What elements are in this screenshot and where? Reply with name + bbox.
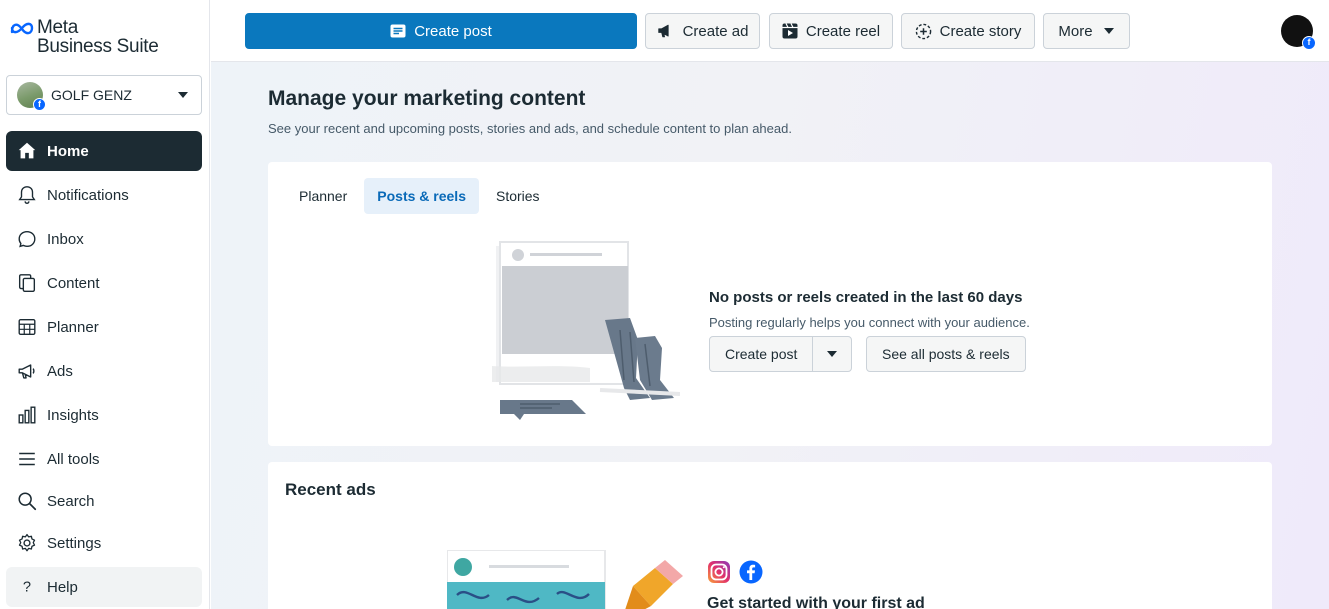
recent-ads-title: Recent ads <box>285 480 376 499</box>
sidebar-item-label: All tools <box>47 450 100 468</box>
story-icon <box>915 23 931 39</box>
sidebar-item-label: Planner <box>47 318 99 336</box>
caret-down-icon <box>1103 28 1114 34</box>
create-post-button[interactable]: Create post <box>245 13 637 49</box>
more-button[interactable]: More <box>1043 13 1130 49</box>
svg-text:?: ? <box>23 580 31 596</box>
sidebar-item-label: Inbox <box>47 230 84 248</box>
empty-posts-illustration <box>492 241 680 420</box>
tab-stories[interactable]: Stories <box>483 178 553 214</box>
sidebar-item-home[interactable]: Home <box>6 131 202 171</box>
sidebar-item-label: Ads <box>47 362 73 380</box>
account-name: GOLF GENZ <box>51 87 132 103</box>
bar-chart-icon <box>18 406 36 424</box>
sidebar-item-all-tools[interactable]: All tools <box>6 439 202 479</box>
sidebar-item-inbox[interactable]: Inbox <box>6 219 202 259</box>
empty-state-subtitle: Posting regularly helps you connect with… <box>709 315 1030 330</box>
sidebar-item-label: Help <box>47 578 78 596</box>
sidebar-item-label: Insights <box>47 406 99 424</box>
create-post-dropdown-button[interactable] <box>813 337 851 371</box>
create-reel-label: Create reel <box>805 22 881 40</box>
create-ad-label: Create ad <box>682 22 749 40</box>
logo-text-line1: Meta <box>37 17 79 38</box>
sidebar-item-label: Search <box>47 492 95 510</box>
sidebar-item-ads[interactable]: Ads <box>6 351 202 391</box>
first-ad-headline: Get started with your first ad <box>707 595 925 609</box>
sidebar: Meta Business Suite f GOLF GENZ Home Not… <box>0 0 210 609</box>
platform-icons <box>707 560 771 589</box>
create-story-label: Create story <box>939 22 1022 40</box>
tab-posts-reels[interactable]: Posts & reels <box>364 178 479 214</box>
meta-logo-icon <box>10 22 34 35</box>
content-tabs: Planner Posts & reels Stories <box>286 178 557 214</box>
logo-text-line2: Business Suite <box>37 36 159 57</box>
home-icon <box>18 142 36 159</box>
calendar-grid-icon <box>18 318 36 336</box>
create-post-secondary-button[interactable]: Create post <box>710 337 814 371</box>
sidebar-item-label: Home <box>47 142 89 160</box>
sidebar-item-label: Notifications <box>47 186 129 204</box>
recent-ads-card: Recent ads Get started with your first a… <box>268 462 1272 609</box>
instagram-icon <box>707 560 731 589</box>
question-icon: ? <box>23 580 31 596</box>
tab-planner[interactable]: Planner <box>286 178 360 214</box>
caret-down-icon <box>827 351 838 357</box>
create-post-split-button: Create post <box>709 336 853 372</box>
facebook-badge-icon: f <box>33 98 46 111</box>
menu-icon <box>19 452 35 466</box>
content-card: Planner Posts & reels Stories No posts o… <box>268 162 1272 446</box>
post-icon <box>390 24 406 38</box>
more-label: More <box>1058 22 1093 40</box>
ads-illustration <box>447 550 683 609</box>
search-icon <box>18 492 37 511</box>
page-subtitle: See your recent and upcoming posts, stor… <box>268 121 792 136</box>
see-all-posts-reels-button[interactable]: See all posts & reels <box>866 336 1026 372</box>
reel-icon <box>782 23 798 39</box>
empty-state-title: No posts or reels created in the last 60… <box>709 289 1023 306</box>
facebook-badge-icon: f <box>1302 36 1316 50</box>
gear-icon <box>18 533 36 552</box>
sidebar-nav: Home Notifications Inbox Content Planner… <box>6 131 202 609</box>
sidebar-item-content[interactable]: Content <box>6 263 202 303</box>
page-title: Manage your marketing content <box>268 87 586 110</box>
caret-down-icon <box>178 92 188 98</box>
chat-bubble-icon <box>18 230 36 248</box>
sidebar-item-label: Settings <box>47 534 102 552</box>
create-post-label: Create post <box>414 22 492 40</box>
megaphone-icon <box>657 24 669 38</box>
bell-icon <box>18 186 36 204</box>
top-toolbar: Create post Create ad Create reel Create… <box>211 0 1329 62</box>
sidebar-item-help[interactable]: ? Help <box>6 567 202 607</box>
facebook-icon <box>739 560 763 589</box>
sidebar-item-search[interactable]: Search <box>6 483 202 519</box>
sidebar-item-label: Content <box>47 274 100 292</box>
sidebar-item-insights[interactable]: Insights <box>6 395 202 435</box>
sidebar-item-settings[interactable]: Settings <box>6 523 202 563</box>
sidebar-item-planner[interactable]: Planner <box>6 307 202 347</box>
create-reel-button[interactable]: Create reel <box>769 13 893 49</box>
profile-avatar[interactable]: f <box>1281 15 1316 50</box>
account-avatar: f <box>17 82 46 111</box>
meta-business-suite-logo[interactable]: Meta Business Suite <box>10 18 180 60</box>
account-switcher[interactable]: f GOLF GENZ <box>6 75 202 115</box>
main-content: Manage your marketing content See your r… <box>211 62 1329 609</box>
content-icon <box>18 274 36 292</box>
sidebar-item-notifications[interactable]: Notifications <box>6 175 202 215</box>
create-ad-button[interactable]: Create ad <box>645 13 760 49</box>
megaphone-icon <box>18 364 35 379</box>
create-story-button[interactable]: Create story <box>901 13 1035 49</box>
